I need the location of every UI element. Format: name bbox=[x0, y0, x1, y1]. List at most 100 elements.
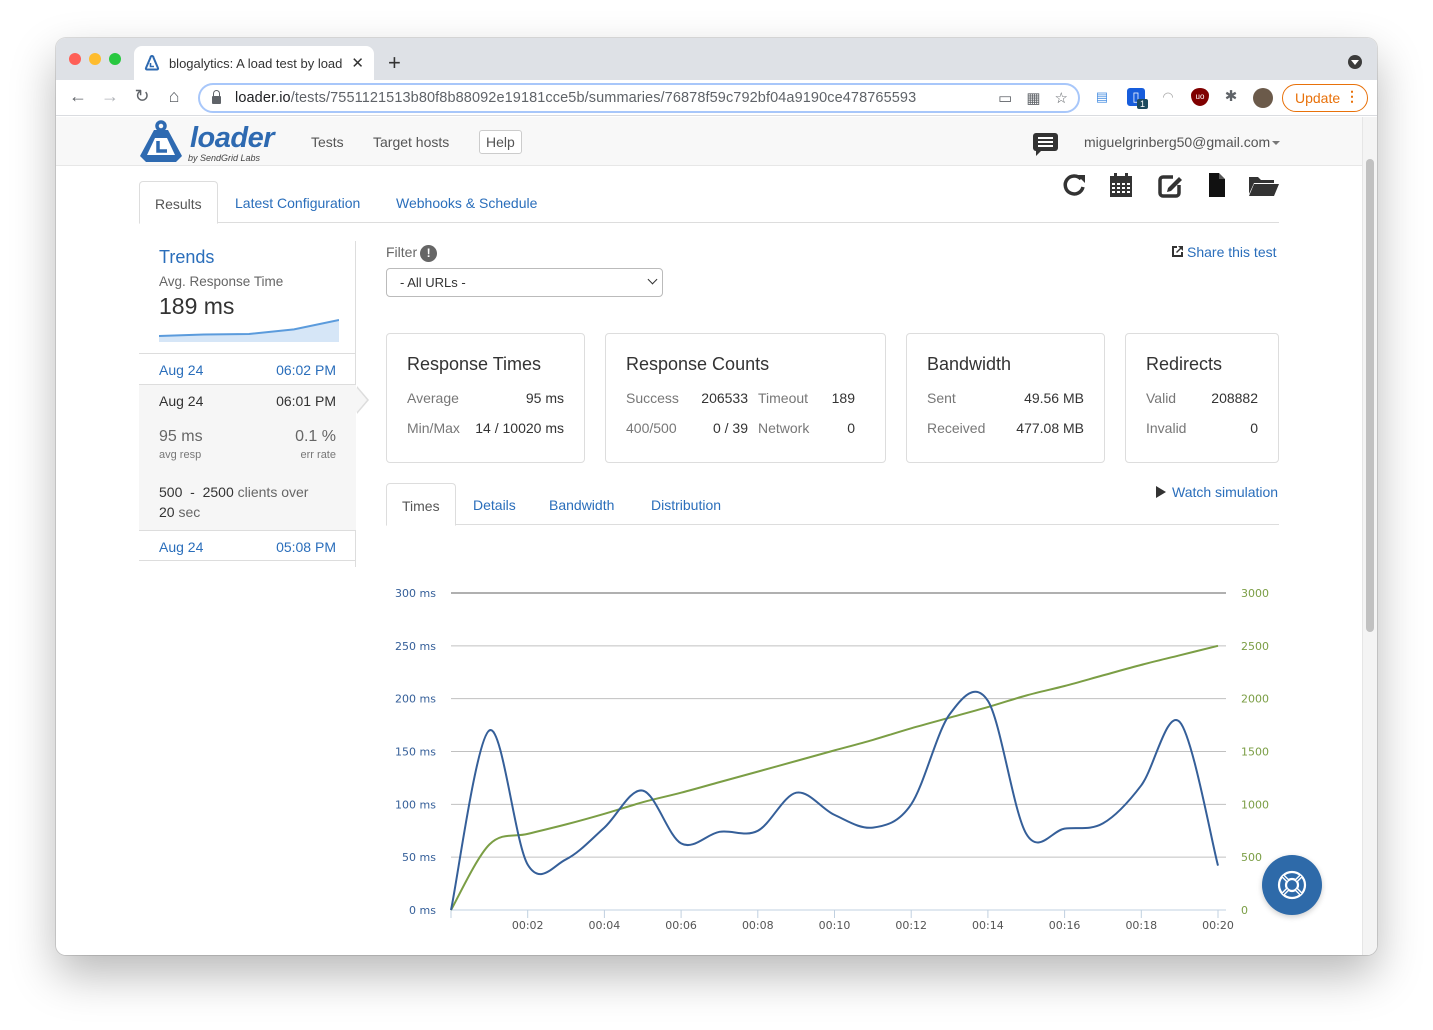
user-email: miguelgrinberg50@gmail.com bbox=[1084, 134, 1271, 150]
clients-dash: - bbox=[190, 484, 195, 500]
back-icon[interactable]: ← bbox=[66, 86, 90, 107]
valid-value: 208882 bbox=[1211, 390, 1258, 406]
nav-target-hosts-link[interactable]: Target hosts bbox=[373, 134, 449, 150]
tab-distribution[interactable]: Distribution bbox=[636, 483, 736, 525]
y-left-tick-label: 300 ms bbox=[395, 587, 436, 600]
x-tick-label: 00:02 bbox=[512, 919, 544, 932]
url-path: /tests/7551121513b80f8b88092e19181cce5b/… bbox=[290, 90, 917, 106]
vpn-extension-icon[interactable]: ◠ bbox=[1159, 88, 1177, 106]
y-right-tick-label: 1000 bbox=[1241, 798, 1269, 811]
y-left-tick-label: 100 ms bbox=[395, 798, 436, 811]
bookmark-star-icon[interactable]: ☆ bbox=[1055, 89, 1068, 107]
trends-title[interactable]: Trends bbox=[159, 247, 214, 268]
chart-tabs: Times Details Bandwidth Distribution bbox=[386, 483, 1279, 526]
x-tick-label: 00:14 bbox=[972, 919, 1004, 932]
page-scrollbar[interactable] bbox=[1362, 117, 1377, 955]
extensions-puzzle-icon[interactable]: ✱ bbox=[1222, 88, 1240, 106]
help-widget-button[interactable] bbox=[1262, 855, 1322, 915]
active-run-pointer bbox=[356, 386, 369, 414]
y-right-tick-label: 0 bbox=[1241, 904, 1248, 917]
clients-to: 2500 bbox=[202, 484, 234, 500]
invalid-value: 0 bbox=[1250, 420, 1258, 436]
tab-search-icon[interactable] bbox=[1348, 55, 1362, 69]
watch-label: Watch simulation bbox=[1172, 484, 1279, 500]
run-err-rate-label: err rate bbox=[300, 449, 336, 461]
kebab-menu-icon: ⋮ bbox=[1345, 88, 1359, 104]
forward-icon[interactable]: → bbox=[98, 86, 122, 107]
lock-icon bbox=[212, 90, 221, 104]
screenshot-extension-icon[interactable]: ▤ bbox=[1093, 88, 1111, 106]
tab-results[interactable]: Results bbox=[139, 181, 218, 224]
profile-avatar[interactable] bbox=[1253, 88, 1273, 108]
filter-label-text: Filter bbox=[386, 244, 418, 260]
browser-tab[interactable]: blogalytics: A load test by loader.io ✕ bbox=[134, 46, 374, 80]
address-bar[interactable]: loader.io/tests/7551121513b80f8b88092e19… bbox=[198, 83, 1080, 113]
run-time: 05:08 PM bbox=[276, 539, 336, 555]
x-tick-label: 00:08 bbox=[742, 919, 774, 932]
run-item[interactable]: Aug 24 05:08 PM bbox=[139, 530, 356, 561]
caret-down-icon bbox=[1272, 141, 1281, 146]
page-tabs: Results Latest Configuration Webhooks & … bbox=[139, 181, 1279, 224]
redirects-card: Redirects Valid 208882 Invalid 0 bbox=[1125, 333, 1279, 463]
filter-label: Filter! bbox=[386, 244, 438, 262]
tab-webhooks-schedule[interactable]: Webhooks & Schedule bbox=[381, 181, 552, 223]
series-line-average-time bbox=[450, 690, 1219, 911]
trends-sidebar: Trends Avg. Response Time 189 ms Aug 24 … bbox=[139, 241, 369, 567]
network-value: 0 bbox=[847, 420, 855, 436]
clients-from: 500 bbox=[159, 484, 183, 500]
run-avg-resp: 95 ms bbox=[159, 428, 203, 445]
y-right-tick-label: 500 bbox=[1241, 851, 1262, 864]
user-menu[interactable]: miguelgrinberg50@gmail.com bbox=[1084, 134, 1281, 150]
run-item[interactable]: Aug 24 06:02 PM bbox=[139, 353, 356, 384]
cast-icon[interactable]: ▭ bbox=[998, 89, 1012, 107]
duration-unit: sec bbox=[178, 504, 201, 520]
network-label: Network bbox=[758, 420, 810, 436]
bandwidth-card: Bandwidth Sent 49.56 MB Received 477.08 … bbox=[906, 333, 1105, 463]
run-err-rate: 0.1 % bbox=[295, 428, 336, 445]
card-title: Redirects bbox=[1146, 354, 1223, 374]
valid-label: Valid bbox=[1146, 390, 1177, 406]
y-right-tick-label: 3000 bbox=[1241, 587, 1269, 600]
minmax-label: Min/Max bbox=[407, 420, 460, 436]
x-tick-label: 00:20 bbox=[1202, 919, 1234, 932]
loader-logo[interactable]: loader by SendGrid Labs bbox=[138, 120, 278, 164]
play-icon bbox=[1156, 486, 1166, 498]
close-tab-icon[interactable]: ✕ bbox=[351, 54, 364, 72]
tab-details[interactable]: Details bbox=[458, 483, 531, 525]
reload-icon[interactable]: ↻ bbox=[130, 86, 154, 107]
timeout-value: 189 bbox=[831, 390, 855, 406]
close-window-button[interactable] bbox=[69, 53, 81, 65]
tab-bandwidth[interactable]: Bandwidth bbox=[534, 483, 629, 525]
run-date: Aug 24 bbox=[159, 362, 204, 378]
run-item-active[interactable]: Aug 24 06:01 PM 95 ms avg resp 0.1 % err… bbox=[139, 384, 369, 530]
scrollbar-thumb[interactable] bbox=[1366, 159, 1374, 632]
help-button[interactable]: Help bbox=[479, 130, 522, 154]
new-tab-button[interactable]: + bbox=[388, 50, 401, 76]
url-filter-select[interactable]: - All URLs - bbox=[386, 268, 663, 297]
y-left-tick-label: 50 ms bbox=[402, 851, 436, 864]
tab-latest-configuration[interactable]: Latest Configuration bbox=[220, 181, 375, 223]
chat-icon[interactable] bbox=[1033, 133, 1058, 156]
response-counts-card: Response Counts Success 206533 Timeout 1… bbox=[605, 333, 886, 463]
info-icon[interactable]: ! bbox=[420, 244, 438, 262]
ublock-extension-icon[interactable]: uo bbox=[1191, 88, 1209, 106]
maximize-window-button[interactable] bbox=[109, 53, 121, 65]
series-line-clients bbox=[450, 644, 1219, 911]
home-icon[interactable]: ⌂ bbox=[162, 86, 186, 107]
update-button[interactable]: Update ⋮ bbox=[1282, 84, 1368, 112]
run-date: Aug 24 bbox=[159, 539, 204, 555]
minimize-window-button[interactable] bbox=[89, 53, 101, 65]
x-tick-label: 00:16 bbox=[1049, 919, 1081, 932]
share-icon bbox=[1172, 246, 1183, 257]
loader-weight-icon bbox=[140, 120, 182, 162]
watch-simulation-link[interactable]: Watch simulation bbox=[1156, 484, 1278, 500]
card-title: Response Counts bbox=[626, 354, 770, 374]
y-left-tick-label: 0 ms bbox=[409, 904, 436, 917]
run-clients-summary: 500 - 2500 clients over 20 sec bbox=[159, 482, 349, 522]
share-test-link[interactable]: Share this test bbox=[1171, 244, 1277, 260]
qr-code-icon[interactable]: ▦ bbox=[1026, 89, 1040, 107]
received-value: 477.08 MB bbox=[1016, 420, 1084, 436]
sent-value: 49.56 MB bbox=[1024, 390, 1084, 406]
nav-tests-link[interactable]: Tests bbox=[311, 134, 344, 150]
tab-times[interactable]: Times bbox=[386, 483, 456, 526]
